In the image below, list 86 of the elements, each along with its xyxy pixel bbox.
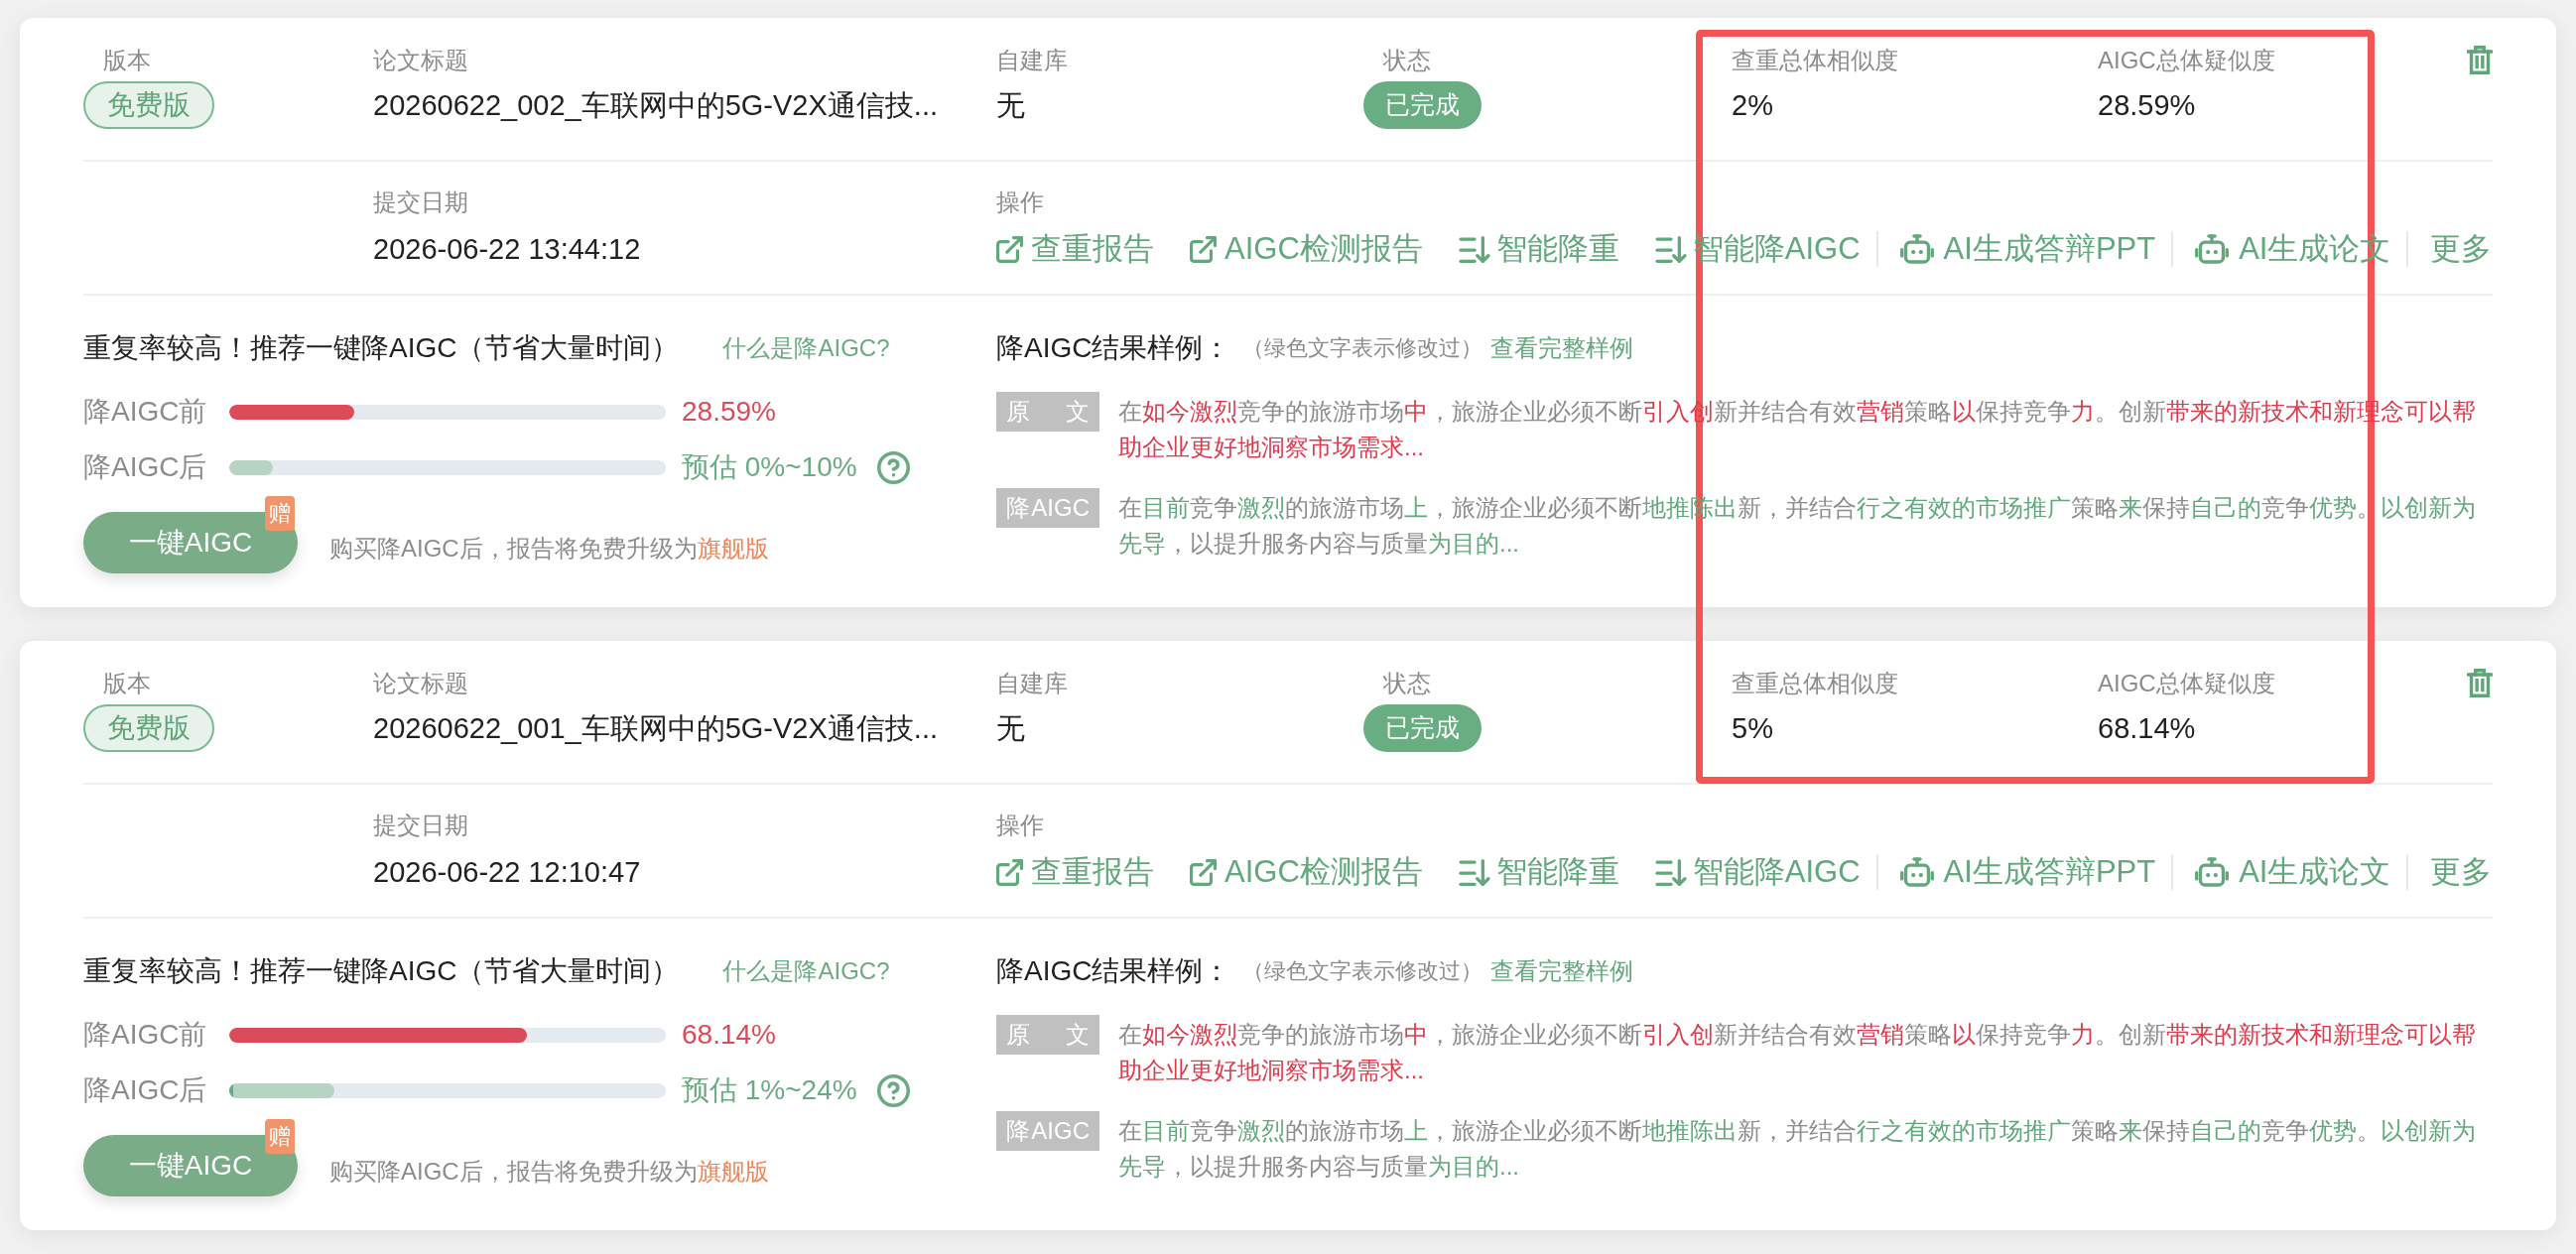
library-value: 无 (996, 711, 1025, 746)
submit-date: 2026-06-22 12:10:47 (373, 855, 641, 890)
sample-text: 在目前竞争激烈的旅游市场上，旅游企业必须不断地推陈出新，并结合行之有效的市场推广策略来保持自己的竞争优势。以创新为先导，以提升服务内容与质量为目的... (1118, 1116, 2477, 1182)
full-sample-link[interactable]: 查看完整样例 (1490, 955, 1634, 987)
meter-reading: 28.59% (682, 395, 776, 429)
field-label: 状态 (1383, 46, 1431, 75)
library-value: 无 (996, 88, 1025, 123)
similarity-value: 2% (1732, 88, 1773, 123)
aigc-value: 28.59% (2098, 88, 2196, 123)
sort-down-icon (1458, 858, 1490, 886)
sample-tag: 原 文 (996, 392, 1099, 432)
field-label: 查重总体相似度 (1732, 46, 1898, 75)
sample-tag: 降AIGC (996, 488, 1099, 528)
upgrade-note: 购买降AIGC后，报告将免费升级为旗舰版 (329, 534, 769, 564)
status-badge: 已完成 (1363, 704, 1481, 752)
sort-down-icon (1654, 235, 1687, 263)
upgrade-note: 购买降AIGC后，报告将免费升级为旗舰版 (329, 1157, 769, 1187)
meter-reading: 预估 1%~24% (682, 1073, 857, 1107)
external-link-icon (1190, 235, 1217, 263)
status-badge: 已完成 (1363, 81, 1481, 129)
action-link[interactable]: 更多 (2430, 850, 2493, 894)
action-link[interactable]: AI生成论文 (2195, 850, 2391, 894)
paper-title: 20260622_002_车联网中的5G-V2X通信技... (373, 88, 938, 123)
field-label: 论文标题 (373, 669, 468, 698)
help-link[interactable]: 什么是降AIGC? (722, 955, 890, 987)
version-badge: 免费版 (83, 81, 214, 129)
sort-down-icon (1458, 235, 1490, 263)
action-link[interactable]: 智能降AIGC (1654, 850, 1861, 894)
recommendation-headline: 重复率较高！推荐一键降AIGC（节省大量时间） (83, 954, 680, 988)
action-link[interactable]: AIGC检测报告 (1190, 850, 1423, 894)
meter-label: 降AIGC后 (83, 450, 208, 484)
field-label: AIGC总体疑似度 (2098, 46, 2275, 75)
meter-reading: 预估 0%~10% (682, 450, 857, 484)
robot-icon (1899, 857, 1934, 887)
external-link-icon (996, 858, 1023, 886)
sample-tag: 原 文 (996, 1015, 1099, 1055)
robot-icon (2195, 857, 2230, 887)
help-link[interactable]: 什么是降AIGC? (722, 332, 890, 364)
similarity-value: 5% (1732, 711, 1773, 746)
external-link-icon (996, 235, 1023, 263)
field-label: 自建库 (996, 46, 1068, 75)
delete-icon[interactable] (2467, 669, 2493, 697)
aigc-value: 68.14% (2098, 711, 2196, 746)
robot-icon (2195, 234, 2230, 264)
action-link[interactable]: 查重报告 (996, 850, 1154, 894)
meter-reading: 68.14% (682, 1018, 776, 1052)
action-link[interactable]: AIGC检测报告 (1190, 227, 1423, 271)
field-label: 提交日期 (373, 811, 468, 840)
action-link[interactable]: 查重报告 (996, 227, 1154, 271)
robot-icon (1899, 234, 1934, 264)
field-label: 操作 (996, 811, 1044, 840)
action-link[interactable]: 智能降重 (1458, 227, 1619, 271)
sort-down-icon (1654, 858, 1687, 886)
meter-label: 降AIGC前 (83, 395, 208, 429)
recommendation-headline: 重复率较高！推荐一键降AIGC（节省大量时间） (83, 331, 680, 365)
submit-date: 2026-06-22 13:44:12 (373, 232, 641, 267)
action-link[interactable]: 更多 (2430, 227, 2493, 271)
sample-title: 降AIGC结果样例： (996, 331, 1231, 365)
external-link-icon (1190, 858, 1217, 886)
field-label: 操作 (996, 188, 1044, 217)
field-label: 状态 (1383, 669, 1431, 698)
field-label: 提交日期 (373, 188, 468, 217)
sample-tag: 降AIGC (996, 1111, 1099, 1151)
meter-label: 降AIGC前 (83, 1018, 208, 1052)
field-label: AIGC总体疑似度 (2098, 669, 2275, 698)
help-icon[interactable] (876, 450, 910, 484)
action-link[interactable]: AI生成答辩PPT (1899, 227, 2156, 271)
field-label: 自建库 (996, 669, 1068, 698)
gift-badge: 赠 (265, 1119, 295, 1154)
version-badge: 免费版 (83, 704, 214, 752)
sample-hint: （绿色文字表示修改过） (1242, 334, 1483, 362)
field-label: 版本 (103, 669, 151, 698)
help-icon[interactable] (876, 1073, 910, 1107)
field-label: 查重总体相似度 (1732, 669, 1898, 698)
action-link[interactable]: 智能降重 (1458, 850, 1619, 894)
meter-label: 降AIGC后 (83, 1073, 208, 1107)
sample-hint: （绿色文字表示修改过） (1242, 957, 1483, 985)
delete-icon[interactable] (2467, 46, 2493, 74)
gift-badge: 赠 (265, 496, 295, 531)
full-sample-link[interactable]: 查看完整样例 (1490, 332, 1634, 364)
action-link[interactable]: AI生成答辩PPT (1899, 850, 2156, 894)
paper-title: 20260622_001_车联网中的5G-V2X通信技... (373, 711, 938, 746)
sample-title: 降AIGC结果样例： (996, 954, 1231, 988)
sample-text: 在如今激烈竞争的旅游市场中，旅游企业必须不断引入创新并结合有效营销策略以保持竞争力。创新带来的新技术和新理念可以帮助企业更好地洞察市场需求... (1118, 1020, 2477, 1085)
field-label: 论文标题 (373, 46, 468, 75)
field-label: 版本 (103, 46, 151, 75)
